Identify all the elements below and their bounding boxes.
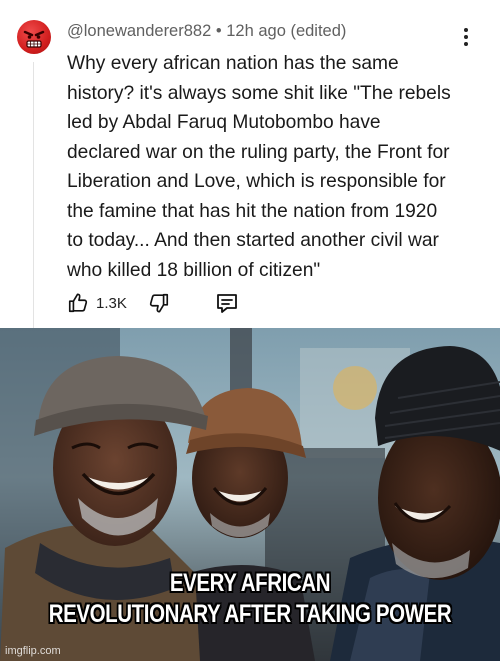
watermark: imgflip.com [5, 645, 61, 657]
thread-line [33, 62, 34, 328]
vertical-ellipsis-icon[interactable] [456, 26, 476, 48]
reply-button[interactable] [215, 291, 239, 315]
caption-line: EVERY AFRICAN [169, 569, 331, 597]
thumbs-up-icon [68, 293, 88, 313]
comment-card: @lonewanderer882 • 12h ago (edited) Why … [0, 0, 500, 328]
comment-line: history? it's always some shit like "The… [67, 82, 451, 104]
avatar[interactable] [17, 20, 51, 54]
comment-line: to today... And then started another civ… [67, 230, 439, 251]
comment-line: Liberation and Love, which is responsibl… [67, 171, 446, 192]
reply-comment-icon [216, 294, 237, 313]
like-button[interactable] [66, 291, 90, 315]
comment-body: Why every african nation has the same hi… [67, 49, 487, 285]
comment-line: the famine that has hit the nation from … [67, 200, 438, 222]
timestamp: 12h ago (edited) [226, 22, 347, 40]
meme-caption: EVERY AFRICAN REVOLUTIONARY AFTER TAKING… [45, 568, 455, 630]
comment-line: who killed 18 billion of citizen" [67, 259, 321, 281]
dislike-button[interactable] [147, 291, 171, 315]
comment-line: led by Abdal Faruq Mutobombo have [67, 112, 381, 133]
comment-meta: @lonewanderer882 • 12h ago (edited) [67, 22, 346, 41]
like-count: 1.3K [96, 294, 127, 312]
angry-face-icon [23, 30, 45, 48]
thumbs-down-icon [149, 293, 168, 313]
caption-line: REVOLUTIONARY AFTER TAKING POWER [48, 600, 452, 628]
comment-actions: 1.3K [66, 290, 239, 316]
comment-line: Why every african nation has the same [67, 53, 399, 74]
username[interactable]: @lonewanderer882 [67, 22, 211, 40]
meta-separator: • [215, 22, 222, 40]
comment-line: declared war on the ruling party, the Fr… [67, 141, 450, 163]
